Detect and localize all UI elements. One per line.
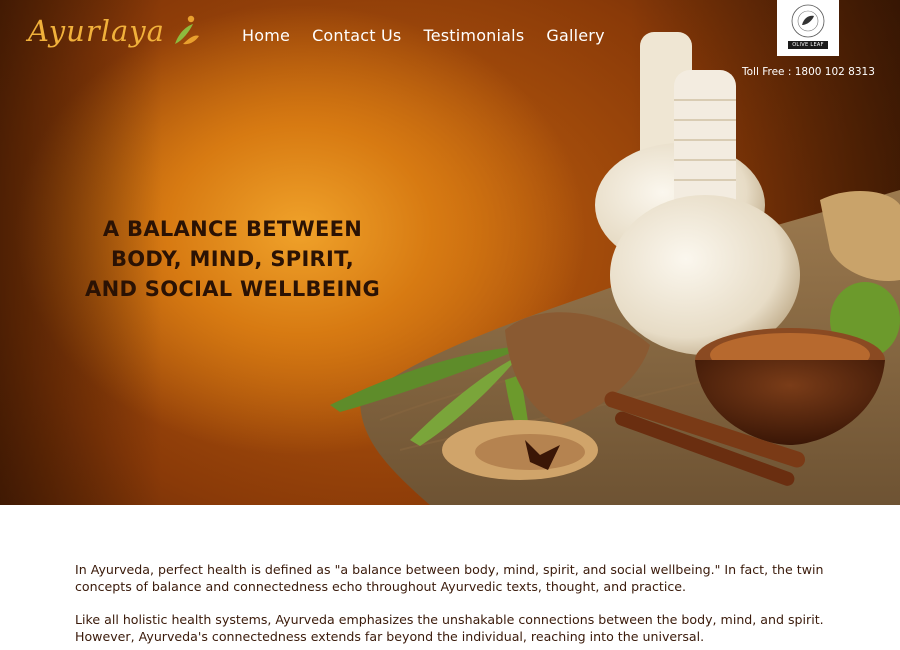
main-nav: Home Contact Us Testimonials Gallery [242, 26, 605, 45]
toll-free-number[interactable]: Toll Free : 1800 102 8313 [742, 66, 875, 78]
intro-content: In Ayurveda, perfect health is defined a… [75, 561, 845, 650]
olive-leaf-badge-icon [791, 4, 825, 38]
headline-line: A BALANCE BETWEEN [102, 217, 363, 241]
nav-contact-us[interactable]: Contact Us [312, 26, 401, 45]
nav-home[interactable]: Home [242, 26, 290, 45]
logo-text: Ayurlaya [28, 14, 165, 48]
headline-line: AND SOCIAL WELLBEING [85, 277, 380, 301]
nav-testimonials[interactable]: Testimonials [423, 26, 524, 45]
certification-badge: OLIVE LEAF [777, 0, 839, 56]
hero-headline: A BALANCE BETWEEN BODY, MIND, SPIRIT, AN… [70, 214, 395, 304]
intro-paragraph: Like all holistic health systems, Ayurve… [75, 612, 824, 644]
leaf-figure-icon [174, 15, 199, 45]
brand-logo[interactable]: Ayurlaya [28, 14, 201, 48]
badge-label: OLIVE LEAF [788, 41, 828, 49]
intro-paragraph: In Ayurveda, perfect health is defined a… [75, 562, 824, 594]
headline-line: BODY, MIND, SPIRIT, [110, 247, 355, 271]
nav-gallery[interactable]: Gallery [546, 26, 604, 45]
